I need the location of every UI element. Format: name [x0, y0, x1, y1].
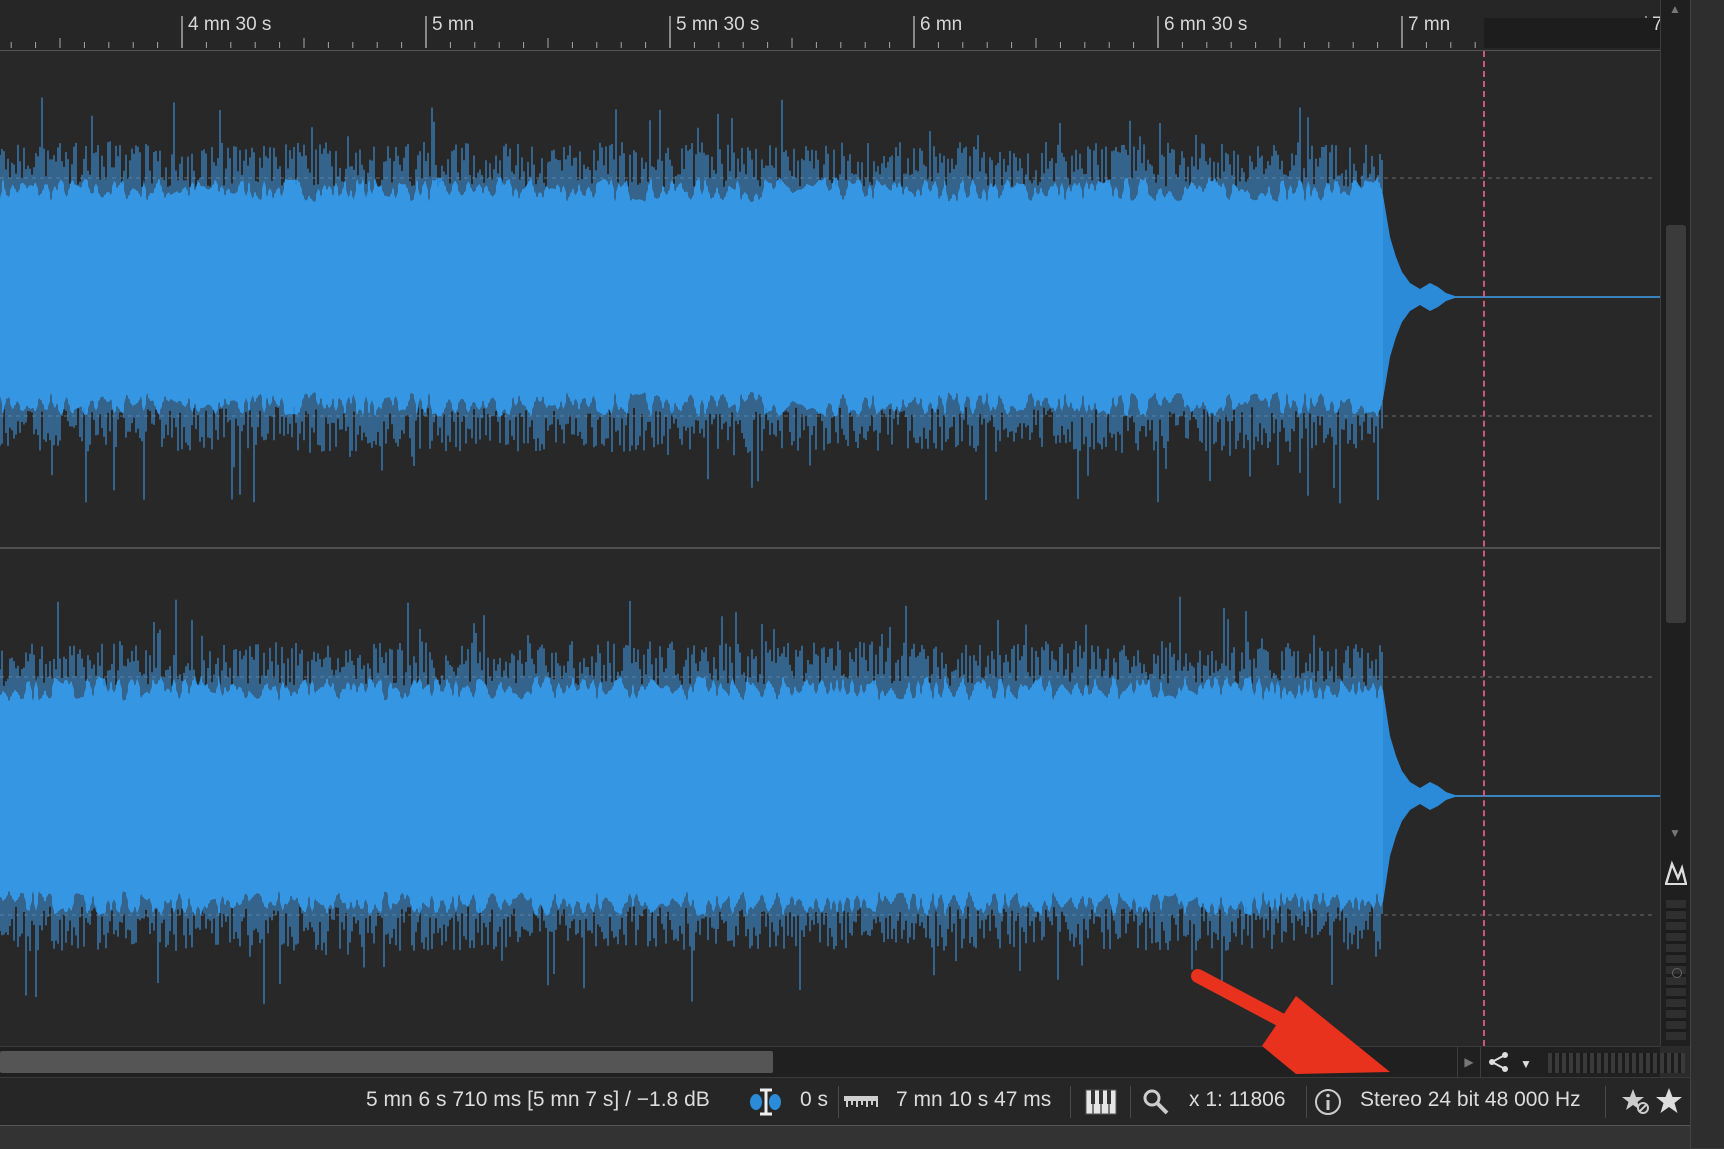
selection-cursor-icon[interactable]: [748, 1087, 784, 1123]
ruler-icon: [843, 1090, 879, 1120]
info-icon[interactable]: [1313, 1087, 1343, 1123]
stereo-waveform: [0, 97, 1660, 1005]
audio-editor: 4 mn 30 s 5 mn 5 mn 30 s 6 mn 6 mn 30 s …: [0, 0, 1724, 1149]
horizontal-scrollbar[interactable]: ▶ ▼: [0, 1046, 1685, 1079]
star-icon[interactable]: [1655, 1087, 1683, 1121]
ruler-label-4mn30: 4 mn 30 s: [188, 14, 272, 35]
piano-keyboard-icon[interactable]: [1085, 1088, 1117, 1122]
zoom-reset-dot[interactable]: [1672, 968, 1682, 978]
zoom-factor[interactable]: x 1: 11806: [1189, 1088, 1286, 1112]
playhead-cursor[interactable]: [1483, 51, 1485, 1046]
ruler-label-5mn30: 5 mn 30 s: [676, 14, 760, 35]
file-length[interactable]: 7 mn 10 s 47 ms: [896, 1088, 1051, 1112]
time-ruler[interactable]: 4 mn 30 s 5 mn 5 mn 30 s 6 mn 6 mn 30 s …: [0, 0, 1660, 51]
scroll-down-arrow-icon[interactable]: ▼: [1669, 826, 1681, 840]
waveform-tool-icon[interactable]: [1664, 860, 1688, 888]
vertical-scrollbar[interactable]: ▲ ▼: [1660, 0, 1691, 1046]
ruler-label-next: 7: [1652, 14, 1660, 35]
magnifier-icon[interactable]: [1142, 1088, 1170, 1122]
vertical-scroll-thumb[interactable]: [1666, 225, 1686, 623]
horizontal-scroll-thumb[interactable]: [0, 1051, 773, 1073]
ruler-label-5mn: 5 mn: [432, 14, 475, 35]
scroll-up-arrow-icon[interactable]: ▲: [1669, 2, 1681, 16]
waveform-view[interactable]: [0, 51, 1660, 1046]
ruler-label-6mn: 6 mn: [920, 14, 963, 35]
window-edge: [1690, 0, 1724, 1148]
ruler-label-6mn30: 6 mn 30 s: [1164, 14, 1248, 35]
vertical-zoom-strip[interactable]: [1666, 900, 1686, 1040]
window-bottom-edge: [0, 1125, 1690, 1149]
scroll-right-arrow-icon[interactable]: ▶: [1457, 1047, 1481, 1077]
status-bar: 5 mn 6 s 710 ms [5 mn 7 s] / −1.8 dB 0 s…: [0, 1077, 1690, 1126]
star-add-icon[interactable]: [1622, 1087, 1650, 1121]
cursor-position-readout[interactable]: 5 mn 6 s 710 ms [5 mn 7 s] / −1.8 dB: [366, 1088, 710, 1112]
audio-format[interactable]: Stereo 24 bit 48 000 Hz: [1360, 1088, 1581, 1112]
ruler-label-7mn: 7 mn: [1408, 14, 1451, 35]
share-icon[interactable]: [1488, 1051, 1510, 1079]
chevron-down-icon[interactable]: ▼: [1520, 1057, 1532, 1071]
ruler-beyond-end: [1484, 18, 1660, 48]
horizontal-zoom-strip[interactable]: [1548, 1053, 1685, 1073]
selection-length[interactable]: 0 s: [800, 1088, 828, 1112]
